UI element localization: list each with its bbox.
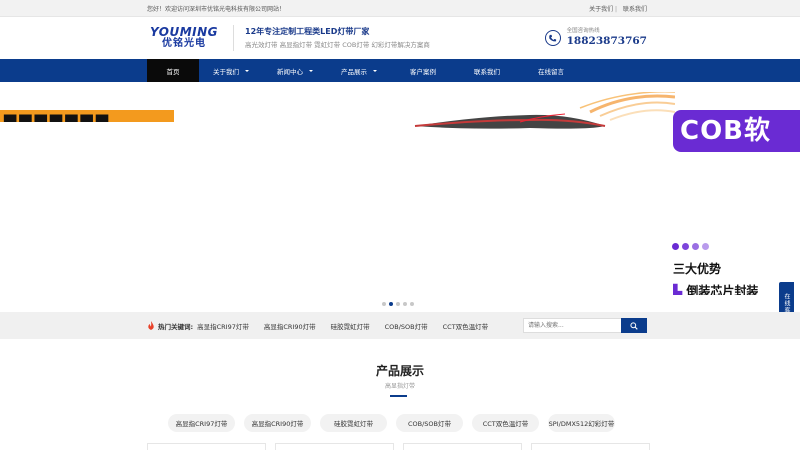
dot-3 [692, 243, 699, 250]
product-card[interactable] [275, 443, 394, 450]
search-box [523, 318, 647, 333]
banner-orange-strip: ▇▇▇▇▇▇▇ [0, 110, 174, 122]
flip-icon: ▙ [673, 284, 687, 295]
banner-purple-dots [672, 243, 712, 250]
hotline: 全国咨询热线 18823873767 [544, 28, 647, 48]
keyword-link[interactable]: 高显指CRI90灯带 [264, 321, 316, 331]
slider-pagination [382, 302, 417, 306]
title-underline [390, 395, 407, 397]
products-subtitle: 高显指灯带 [384, 383, 415, 390]
slider-dot[interactable] [403, 302, 407, 306]
nav-cases[interactable]: 客户案例 [391, 59, 455, 82]
hotline-number[interactable]: 18823873767 [567, 35, 647, 48]
online-service-button[interactable]: 在线客服 [779, 282, 794, 312]
hero-banner[interactable]: ▇▇▇▇▇▇▇ COB软 三大优势 ▙ 倒装芯片封装 在线客服 [0, 82, 800, 312]
banner-flip-text: ▙ 倒装芯片封装 [673, 282, 758, 295]
nav-message-label: 在线留言 [538, 67, 564, 76]
product-card[interactable] [147, 443, 266, 450]
nav-products-label: 产品展示 [341, 67, 367, 76]
product-tab[interactable]: SPI/DMX512幻彩灯带 [548, 414, 615, 432]
nav-about[interactable]: 关于我们 [199, 59, 263, 82]
top-links: 关于我们 | 联系我们 [589, 4, 647, 13]
nav-home[interactable]: 首页 [147, 59, 199, 82]
keyword-link[interactable]: 硅胶霓虹灯带 [331, 321, 370, 331]
top-bar: 您好！欢迎访问深圳市优铭光电科技有限公司网站！ 关于我们 | 联系我们 [0, 0, 800, 17]
keyword-bar: 热门关键词: 高显指CRI97灯带 高显指CRI90灯带 硅胶霓虹灯带 COB/… [0, 312, 800, 339]
slogan-title: 12年专注定制工程类LED灯带厂家 [245, 26, 370, 36]
nav-message[interactable]: 在线留言 [519, 59, 583, 82]
slogan: 12年专注定制工程类LED灯带厂家 高光效灯带 高显指灯带 霓虹灯带 COB灯带… [245, 26, 545, 51]
product-card[interactable] [531, 443, 650, 450]
nav-news[interactable]: 新闻中心 [263, 59, 327, 82]
top-link-about[interactable]: 关于我们 [589, 6, 613, 13]
keyword-link[interactable]: 高显指CRI97灯带 [197, 321, 249, 331]
nav-contact-label: 联系我们 [474, 67, 500, 76]
phone-icon [544, 30, 561, 46]
product-card[interactable] [403, 443, 522, 450]
site-header: YOUMING 优铭光电 12年专注定制工程类LED灯带厂家 高光效灯带 高显指… [0, 17, 800, 59]
banner-purple-text: COB软 [680, 116, 772, 146]
dot-1 [672, 243, 679, 250]
chevron-down-icon [245, 69, 249, 72]
chevron-down-icon [309, 69, 313, 72]
nav-cases-label: 客户案例 [410, 67, 436, 76]
nav-products[interactable]: 产品展示 [327, 59, 391, 82]
dot-2 [682, 243, 689, 250]
nav-contact[interactable]: 联系我们 [455, 59, 519, 82]
product-tab[interactable]: 高显指CRI97灯带 [168, 414, 235, 432]
products-title: 产品展示 [375, 364, 424, 378]
slider-dot-active[interactable] [389, 302, 393, 306]
nav-home-label: 首页 [166, 67, 180, 76]
keyword-link[interactable]: COB/SOB灯带 [385, 321, 428, 331]
header-divider [233, 25, 234, 51]
top-link-separator: | [615, 6, 618, 13]
product-cards [147, 443, 659, 450]
led-strip-image [414, 92, 675, 129]
dot-4 [702, 243, 709, 250]
keyword-label: 热门关键词: [158, 322, 194, 331]
search-icon [630, 321, 638, 330]
nav-news-label: 新闻中心 [277, 67, 303, 76]
banner-flip-label: 倒装芯片封装 [686, 284, 759, 295]
search-input[interactable] [523, 318, 621, 333]
slogan-subtitle: 高光效灯带 高显指灯带 霓虹灯带 COB灯带 幻彩灯带解决方案商 [245, 40, 430, 49]
slider-dot[interactable] [396, 302, 400, 306]
hotline-label: 全国咨询热线 [566, 28, 600, 34]
product-tabs: 高显指CRI97灯带 高显指CRI90灯带 硅胶霓虹灯带 COB/SOB灯带 C… [168, 414, 624, 432]
banner-advantage-text: 三大优势 [673, 262, 722, 276]
welcome-text: 您好！欢迎访问深圳市优铭光电科技有限公司网站！ [147, 6, 286, 13]
chevron-down-icon [373, 69, 377, 72]
product-tab[interactable]: 高显指CRI90灯带 [244, 414, 311, 432]
slider-dot[interactable] [410, 302, 414, 306]
products-section: 产品展示 高显指灯带 高显指CRI97灯带 高显指CRI90灯带 硅胶霓虹灯带 … [0, 339, 800, 450]
logo-cn: 优铭光电 [162, 38, 206, 49]
product-tab[interactable]: CCT双色温灯带 [472, 414, 539, 432]
top-link-contact[interactable]: 联系我们 [623, 6, 647, 13]
keyword-link[interactable]: CCT双色温灯带 [443, 321, 489, 331]
product-tab[interactable]: 硅胶霓虹灯带 [320, 414, 387, 432]
slider-dot[interactable] [382, 302, 386, 306]
logo[interactable]: YOUMING 优铭光电 [147, 23, 221, 53]
main-nav: 首页 关于我们 新闻中心 产品展示 客户案例 联系我们 在线留言 [0, 59, 800, 82]
logo-en: YOUMING [149, 25, 218, 39]
product-tab[interactable]: COB/SOB灯带 [396, 414, 463, 432]
banner-strip-graphic: ▇▇▇▇▇▇▇ [4, 112, 112, 123]
nav-about-label: 关于我们 [213, 67, 239, 76]
fire-icon [147, 321, 155, 330]
search-button[interactable] [621, 318, 647, 333]
